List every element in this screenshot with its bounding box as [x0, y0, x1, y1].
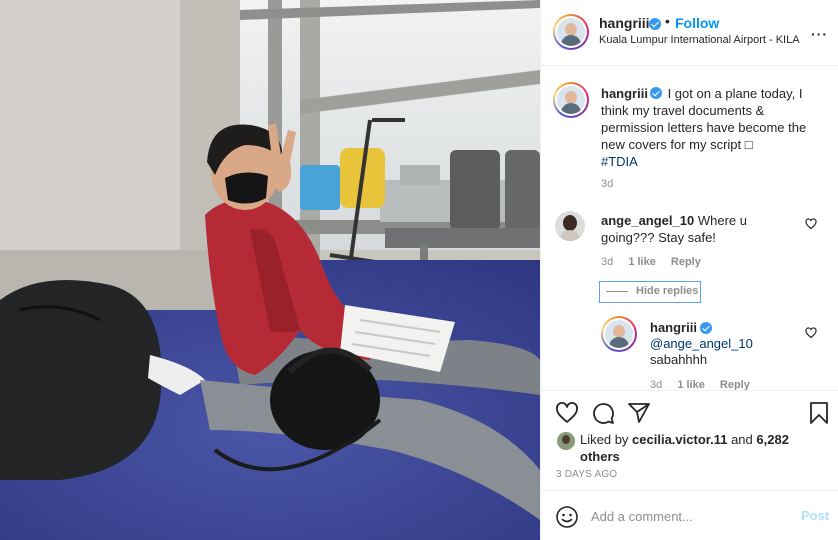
verified-badge-icon	[649, 87, 662, 99]
caption-avatar[interactable]	[553, 82, 589, 118]
face-mask	[225, 172, 268, 204]
reply-avatar[interactable]	[601, 316, 637, 352]
post-photo[interactable]	[0, 0, 540, 540]
emoji-icon[interactable]	[555, 505, 579, 529]
hide-replies-button[interactable]: Hide replies	[599, 281, 701, 303]
comment-reply-button[interactable]: Reply	[671, 256, 701, 268]
reply-reply-button[interactable]: Reply	[720, 379, 750, 390]
comment-input[interactable]	[591, 505, 791, 527]
verified-badge-icon	[700, 322, 712, 334]
separator-dot: •	[665, 13, 670, 29]
divider-line	[606, 291, 628, 292]
reply-timestamp[interactable]: 3d	[650, 379, 662, 390]
comment-icon[interactable]	[591, 401, 615, 425]
reply-text: sabahhhh	[650, 352, 708, 367]
liked-by-user-link[interactable]: cecilia.victor.11	[632, 432, 727, 447]
share-icon[interactable]	[627, 401, 651, 425]
post-timestamp[interactable]: 3 DAYS AGO	[556, 469, 617, 480]
hide-replies-label: Hide replies	[636, 285, 699, 297]
like-comment-heart-icon[interactable]	[805, 218, 817, 230]
author-username[interactable]: hangriii	[599, 15, 650, 31]
comment-timestamp[interactable]: 3d	[601, 256, 613, 268]
follow-button[interactable]: Follow	[675, 15, 719, 31]
reply-likes[interactable]: 1 like	[677, 379, 705, 390]
like-reply-heart-icon[interactable]	[805, 327, 817, 339]
comment-likes[interactable]: 1 like	[628, 256, 656, 268]
caption-username[interactable]: hangriii	[601, 86, 648, 101]
post-header: hangriii • Follow Kuala Lumpur Internati…	[541, 0, 838, 66]
liked-by-and: and	[731, 432, 753, 447]
post-comment-button[interactable]: Post	[801, 508, 829, 523]
post-actions: Liked by cecilia.victor.11 and 6,282 oth…	[541, 390, 838, 490]
comment-username[interactable]: ange_angel_10	[601, 213, 694, 228]
hashtag-link[interactable]: #TDIA	[601, 154, 638, 169]
liker-avatar[interactable]	[557, 432, 575, 450]
comment-meta: 3d 1 like Reply	[601, 256, 713, 268]
add-comment-bar: Post	[541, 490, 838, 540]
bookmark-icon[interactable]	[807, 401, 831, 425]
verified-badge-icon	[649, 18, 661, 30]
commenter-avatar[interactable]	[555, 211, 585, 241]
post-sidebar: hangriii • Follow Kuala Lumpur Internati…	[540, 0, 838, 540]
liked-by-text: Liked by cecilia.victor.11 and 6,282 oth…	[580, 431, 820, 465]
comment: ange_angel_10 Where u going??? Stay safe…	[601, 212, 801, 246]
author-avatar[interactable]	[553, 14, 589, 50]
reply-mention-link[interactable]: @ange_angel_10	[650, 336, 753, 351]
airport-photo-illustration	[0, 0, 540, 540]
post-caption: hangriii I got on a plane today, I think…	[601, 85, 827, 170]
location-link[interactable]: Kuala Lumpur International Airport - KIL…	[599, 34, 800, 46]
heart-icon[interactable]	[555, 401, 579, 425]
more-dots-icon[interactable]: ···	[811, 26, 828, 42]
reply-meta: 3d 1 like Reply	[650, 379, 762, 390]
comments-section[interactable]: hangriii I got on a plane today, I think…	[541, 66, 838, 390]
airport-seats	[450, 150, 500, 230]
caption-timestamp[interactable]: 3d	[601, 178, 613, 190]
liked-by-prefix: Liked by	[580, 432, 629, 447]
reply-username[interactable]: hangriii	[650, 320, 697, 335]
